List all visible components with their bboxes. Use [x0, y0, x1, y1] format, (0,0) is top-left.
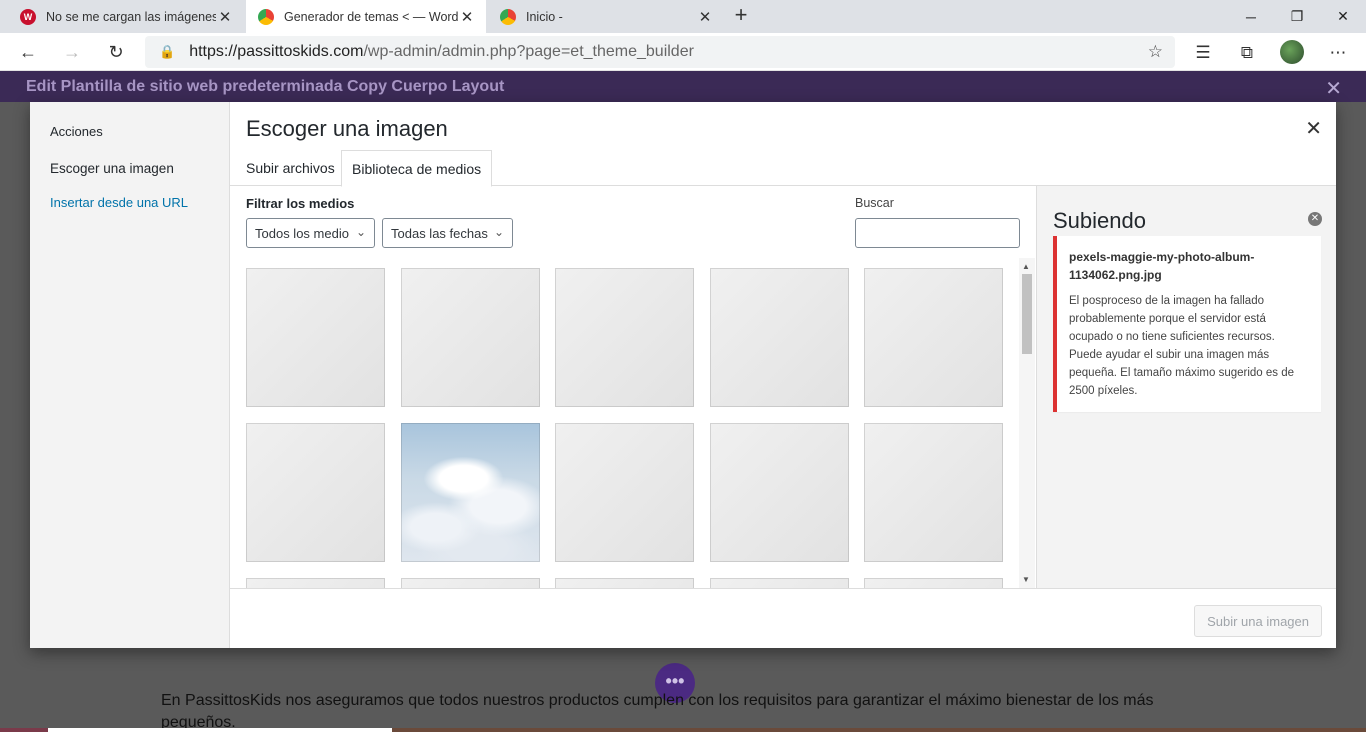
attachments-grid: [246, 268, 1018, 588]
tab-title: No se me cargan las imágenes -: [46, 9, 216, 24]
window-controls: ─ ❐ ✕: [1228, 0, 1366, 33]
builder-title: Edit Plantilla de sitio web predetermina…: [26, 77, 505, 95]
media-router-tabs: Subir archivos Biblioteca de medios: [230, 150, 1336, 187]
browser-tab-1[interactable]: W No se me cargan las imágenes - ✕: [8, 0, 244, 33]
minimize-icon[interactable]: ─: [1228, 0, 1274, 33]
tab-title: Inicio -: [526, 9, 563, 24]
tab-upload-files[interactable]: Subir archivos: [236, 150, 345, 186]
url-path: /wp-admin/admin.php?page=et_theme_builde…: [363, 43, 694, 60]
restore-icon[interactable]: ❐: [1274, 0, 1320, 33]
attachment-thumbnail[interactable]: [401, 268, 540, 407]
background-strip: [392, 728, 1366, 732]
refresh-icon[interactable]: ↻: [102, 39, 130, 65]
scroll-up-arrow-icon[interactable]: ▲: [1022, 262, 1030, 271]
browser-tab-bar: W No se me cargan las imágenes - ✕ Gener…: [0, 0, 1366, 33]
background-strip: [0, 728, 48, 732]
uploading-sidebar: Subiendo ✕ pexels-maggie-my-photo-album-…: [1036, 186, 1336, 588]
scroll-down-arrow-icon[interactable]: ▼: [1022, 575, 1030, 584]
menu-choose-image[interactable]: Escoger una imagen: [50, 161, 174, 176]
close-tab-icon[interactable]: ✕: [696, 8, 714, 26]
window-close-icon[interactable]: ✕: [1320, 0, 1366, 33]
attachment-thumbnail[interactable]: [246, 578, 385, 588]
error-message: El posproceso de la imagen ha fallado pr…: [1069, 295, 1295, 397]
attachment-thumbnail[interactable]: [710, 423, 849, 562]
modal-title: Escoger una imagen: [246, 116, 448, 141]
chevron-down-icon: ⌄: [493, 225, 504, 239]
tab-title: Generador de temas < — WordP: [284, 9, 458, 24]
tab-media-library[interactable]: Biblioteca de medios: [341, 150, 493, 187]
filter-media-label: Filtrar los medios: [246, 196, 355, 211]
profile-avatar[interactable]: [1280, 40, 1304, 64]
close-tab-icon[interactable]: ✕: [216, 8, 234, 26]
search-input[interactable]: [855, 218, 1020, 248]
lock-icon: 🔒: [159, 44, 176, 59]
address-bar-row: ← → ↻ 🔒 https://passittoskids.com/wp-adm…: [0, 33, 1366, 71]
close-tab-icon[interactable]: ✕: [458, 8, 476, 26]
background-strip: [48, 728, 392, 732]
chrome-favicon-icon: [258, 8, 274, 25]
upload-image-button[interactable]: Subir una imagen: [1194, 605, 1322, 637]
attachment-thumbnail[interactable]: [246, 423, 385, 562]
attachment-thumbnail[interactable]: [864, 423, 1003, 562]
attachment-thumbnail[interactable]: [401, 578, 540, 588]
uploading-heading: Subiendo: [1053, 208, 1146, 233]
url-host: https://passittoskids.com: [189, 43, 364, 60]
media-toolbar: Subir una imagen: [230, 588, 1336, 648]
chevron-down-icon: ⌄: [355, 225, 366, 239]
attachment-thumbnail-clouds[interactable]: [401, 423, 540, 562]
builder-close-icon[interactable]: ✕: [1325, 76, 1342, 101]
wp-forum-favicon-icon: W: [20, 8, 36, 25]
dismiss-errors-icon[interactable]: ✕: [1308, 212, 1322, 226]
media-modal: Acciones Escoger una imagen Insertar des…: [30, 102, 1336, 648]
attachment-thumbnail[interactable]: [710, 268, 849, 407]
attachment-thumbnail[interactable]: [555, 578, 694, 588]
new-tab-icon[interactable]: +: [728, 3, 754, 29]
menu-insert-from-url[interactable]: Insertar desde una URL: [50, 195, 188, 210]
filter-type-value: Todos los medio: [255, 225, 349, 241]
browser-tab-3[interactable]: Inicio - ✕: [488, 0, 724, 33]
attachment-thumbnail[interactable]: [246, 268, 385, 407]
modal-close-icon[interactable]: ✕: [1305, 116, 1322, 141]
chrome-favicon-icon: [500, 8, 516, 25]
builder-title-bar: Edit Plantilla de sitio web predetermina…: [0, 71, 1366, 102]
background-text: En PassittosKids nos aseguramos que todo…: [161, 692, 1154, 731]
favorite-star-icon[interactable]: ☆: [1148, 42, 1163, 62]
attachment-thumbnail[interactable]: [555, 268, 694, 407]
attachment-thumbnail[interactable]: [864, 578, 1003, 588]
filter-date-value: Todas las fechas: [391, 225, 488, 241]
menu-actions-heading: Acciones: [50, 124, 103, 139]
filter-date-select[interactable]: Todas las fechas ⌄: [382, 218, 513, 248]
error-filename: pexels-maggie-my-photo-album-1134062.png…: [1069, 250, 1255, 282]
attachment-thumbnail[interactable]: [710, 578, 849, 588]
media-menu: Acciones Escoger una imagen Insertar des…: [30, 102, 230, 648]
url-text: https://passittoskids.com/wp-admin/admin…: [189, 43, 694, 61]
upload-error-notice: pexels-maggie-my-photo-album-1134062.png…: [1053, 236, 1321, 412]
url-field[interactable]: 🔒 https://passittoskids.com/wp-admin/adm…: [145, 36, 1175, 68]
search-label: Buscar: [855, 196, 894, 210]
attachment-thumbnail[interactable]: [555, 423, 694, 562]
filter-type-select[interactable]: Todos los medio ⌄: [246, 218, 375, 248]
attachment-thumbnail[interactable]: [864, 268, 1003, 407]
scrollbar-thumb[interactable]: [1022, 274, 1032, 354]
collections-icon[interactable]: ⧉: [1234, 41, 1260, 65]
more-menu-icon[interactable]: ⋯: [1325, 41, 1351, 65]
back-arrow-icon[interactable]: ←: [14, 39, 42, 65]
favorites-list-icon[interactable]: ☰: [1190, 41, 1216, 65]
attachments-scrollbar[interactable]: ▲ ▼: [1019, 258, 1035, 588]
forward-arrow-icon[interactable]: →: [58, 39, 86, 65]
browser-tab-2[interactable]: Generador de temas < — WordP ✕: [246, 0, 486, 33]
